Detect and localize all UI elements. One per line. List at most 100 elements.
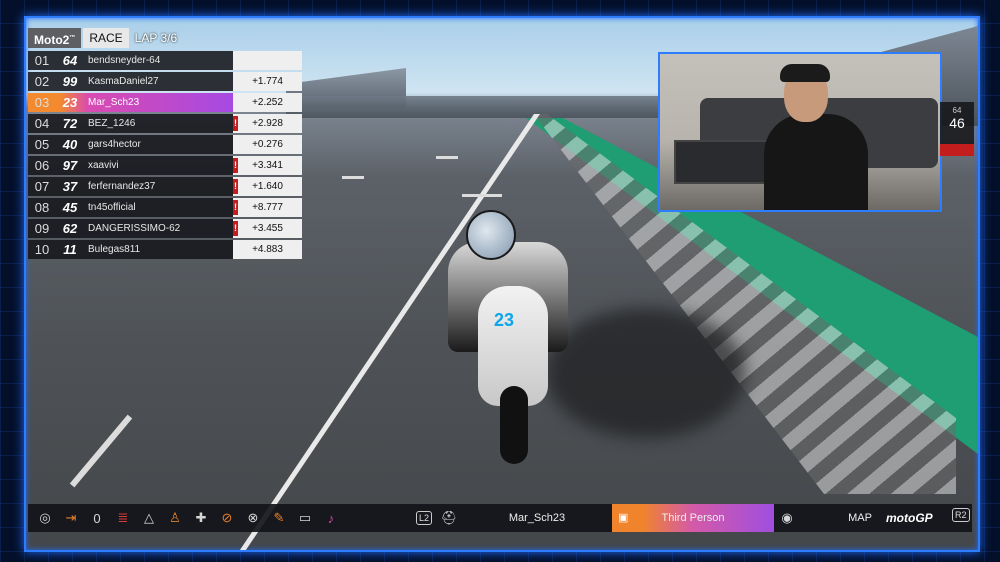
leaderboard-row-left: 07 37 ferfernandez37	[28, 177, 233, 196]
toolbar-icons: ◎ ⇥ 0 ≣ △ ♙ ✚ ⊘ ⊗ ✎ ▭ ♪	[28, 504, 344, 532]
leaderboard-row: 01 64 bendsneyder-64	[28, 51, 302, 70]
gap-time: +1.774	[252, 76, 283, 87]
leaderboard-row: 08 45 tn45official! +8.777	[28, 198, 302, 217]
l2-button[interactable]: L2	[412, 504, 436, 532]
rider-name: Mar_Sch23	[88, 97, 140, 108]
camera-mode-label: Third Person	[661, 512, 725, 524]
camera-icon: ▣	[618, 512, 629, 524]
position: 09	[34, 221, 50, 236]
position: 10	[34, 242, 50, 257]
penalty-flag-icon: !	[233, 200, 238, 215]
position: 01	[34, 53, 50, 68]
gap-time: +1.640	[252, 181, 283, 192]
penalty-flag-icon: !	[233, 179, 238, 194]
gap-cell: ! +2.928	[233, 114, 302, 133]
webcam-cap	[780, 64, 830, 82]
player-bike: 23	[438, 206, 588, 466]
gap-time: +2.252	[252, 97, 283, 108]
gap-time: +4.883	[252, 244, 283, 255]
leaderboard-row: 10 11 Bulegas811 +4.883	[28, 240, 302, 259]
gap-cell	[233, 51, 302, 70]
lap-counter: LAP 3/6	[134, 31, 178, 45]
motogp-logo: motoGP	[886, 511, 933, 525]
rider-helmet	[466, 210, 516, 260]
rider-number: 62	[62, 221, 78, 236]
gap-cell: +4.883	[233, 240, 302, 259]
keyboard-icon[interactable]: ▭	[292, 504, 318, 532]
leaderboard-row: 06 97 xaavivi! +3.341	[28, 156, 302, 175]
triangle-icon[interactable]: △	[136, 504, 162, 532]
penalty-flag-icon: !	[233, 221, 238, 236]
leaderboard-row: 07 37 ferfernandez37! +1.640	[28, 177, 302, 196]
rider-number: 11	[63, 242, 77, 257]
position: 03	[34, 95, 50, 110]
bike-wheel	[500, 386, 528, 464]
person-icon[interactable]: ♙	[162, 504, 188, 532]
gap-cell: +0.276	[233, 135, 302, 154]
r2-button[interactable]: R2	[952, 508, 970, 522]
rider-name: tn45official	[88, 202, 136, 213]
gap-cell: +1.774	[233, 72, 302, 91]
session-label: RACE	[83, 28, 129, 48]
leaderboard-row-left: 02 99 KasmaDaniel27	[28, 72, 233, 91]
gap-time: +0.276	[252, 139, 283, 150]
side-tag-top: 64	[952, 106, 962, 115]
distant-stands	[286, 96, 686, 118]
rider-number: 45	[62, 200, 78, 215]
webcam-person-body	[764, 114, 868, 210]
rider-number: 99	[62, 74, 78, 89]
leaderboard-row: 09 62 DANGERISSIMO-62! +3.455	[28, 219, 302, 238]
grid-mark	[69, 414, 133, 488]
exit-icon[interactable]: ⇥	[58, 504, 84, 532]
rider-name: bendsneyder-64	[88, 55, 161, 66]
grid-mark	[462, 194, 502, 197]
helmet-icon[interactable]: ⛑	[436, 504, 462, 532]
rider-side-tag: 64 46	[940, 102, 974, 156]
gap-cell: ! +1.640	[233, 177, 302, 196]
cross-icon[interactable]: ⊗	[240, 504, 266, 532]
gap-time: +8.777	[252, 202, 283, 213]
position: 02	[34, 74, 50, 89]
record-icon[interactable]: ◎	[32, 504, 58, 532]
webcam-feed	[658, 52, 942, 212]
gap-cell: ! +8.777	[233, 198, 302, 217]
rider-name: KasmaDaniel27	[88, 76, 159, 87]
webcam-table	[674, 140, 778, 184]
hide-icon[interactable]: ⊘	[214, 504, 240, 532]
gap-time: +2.928	[252, 118, 283, 129]
leaderboard-row: 03 23 Mar_Sch23 +2.252	[28, 93, 302, 112]
penalty-flag-icon: !	[233, 116, 238, 131]
leaderboard-row: 05 40 gars4hector +0.276	[28, 135, 302, 154]
leaderboard-row: 04 72 BEZ_1246! +2.928	[28, 114, 302, 133]
pen-icon[interactable]: ✎	[266, 504, 292, 532]
bottom-toolbar: ◎ ⇥ 0 ≣ △ ♙ ✚ ⊘ ⊗ ✎ ▭ ♪ L2 ⛑ Mar_Sch23 ▣ Third Pers…	[28, 504, 972, 532]
leaderboard-row: 02 99 KasmaDaniel27 +1.774	[28, 72, 302, 91]
bike-number: 23	[494, 310, 515, 330]
leaderboard-row-left: 03 23 Mar_Sch23	[28, 93, 233, 112]
view-icon[interactable]: ◉	[774, 504, 800, 532]
grid-mark	[436, 156, 458, 159]
side-tag-value: 46	[949, 115, 965, 131]
rider-number: 64	[62, 53, 78, 68]
grid-mark	[342, 176, 364, 179]
mic-icon[interactable]: ♪	[318, 504, 344, 532]
position: 08	[34, 200, 50, 215]
zero-icon[interactable]: 0	[84, 504, 110, 532]
penalty-flag-icon: !	[233, 158, 238, 173]
rider-selector[interactable]: Mar_Sch23	[462, 504, 612, 532]
gap-cell: ! +3.341	[233, 156, 302, 175]
gap-cell: ! +3.455	[233, 219, 302, 238]
list-icon[interactable]: ≣	[110, 504, 136, 532]
gap-time: +3.341	[252, 160, 283, 171]
rider-name: gars4hector	[88, 139, 141, 150]
dpad-icon[interactable]: ✚	[188, 504, 214, 532]
rider-name: DANGERISSIMO-62	[88, 223, 181, 234]
leaderboard: Moto2™ RACE LAP 3/6 01 64 bendsneyder-64 02…	[28, 28, 302, 261]
gap-time: +3.455	[252, 223, 283, 234]
camera-selector[interactable]: ▣ Third Person	[612, 504, 774, 532]
position: 04	[34, 116, 50, 131]
rider-name: xaavivi	[88, 160, 119, 171]
rider-name: BEZ_1246	[88, 118, 136, 129]
rider-name: ferfernandez37	[88, 181, 156, 192]
rider-number: 72	[62, 116, 78, 131]
